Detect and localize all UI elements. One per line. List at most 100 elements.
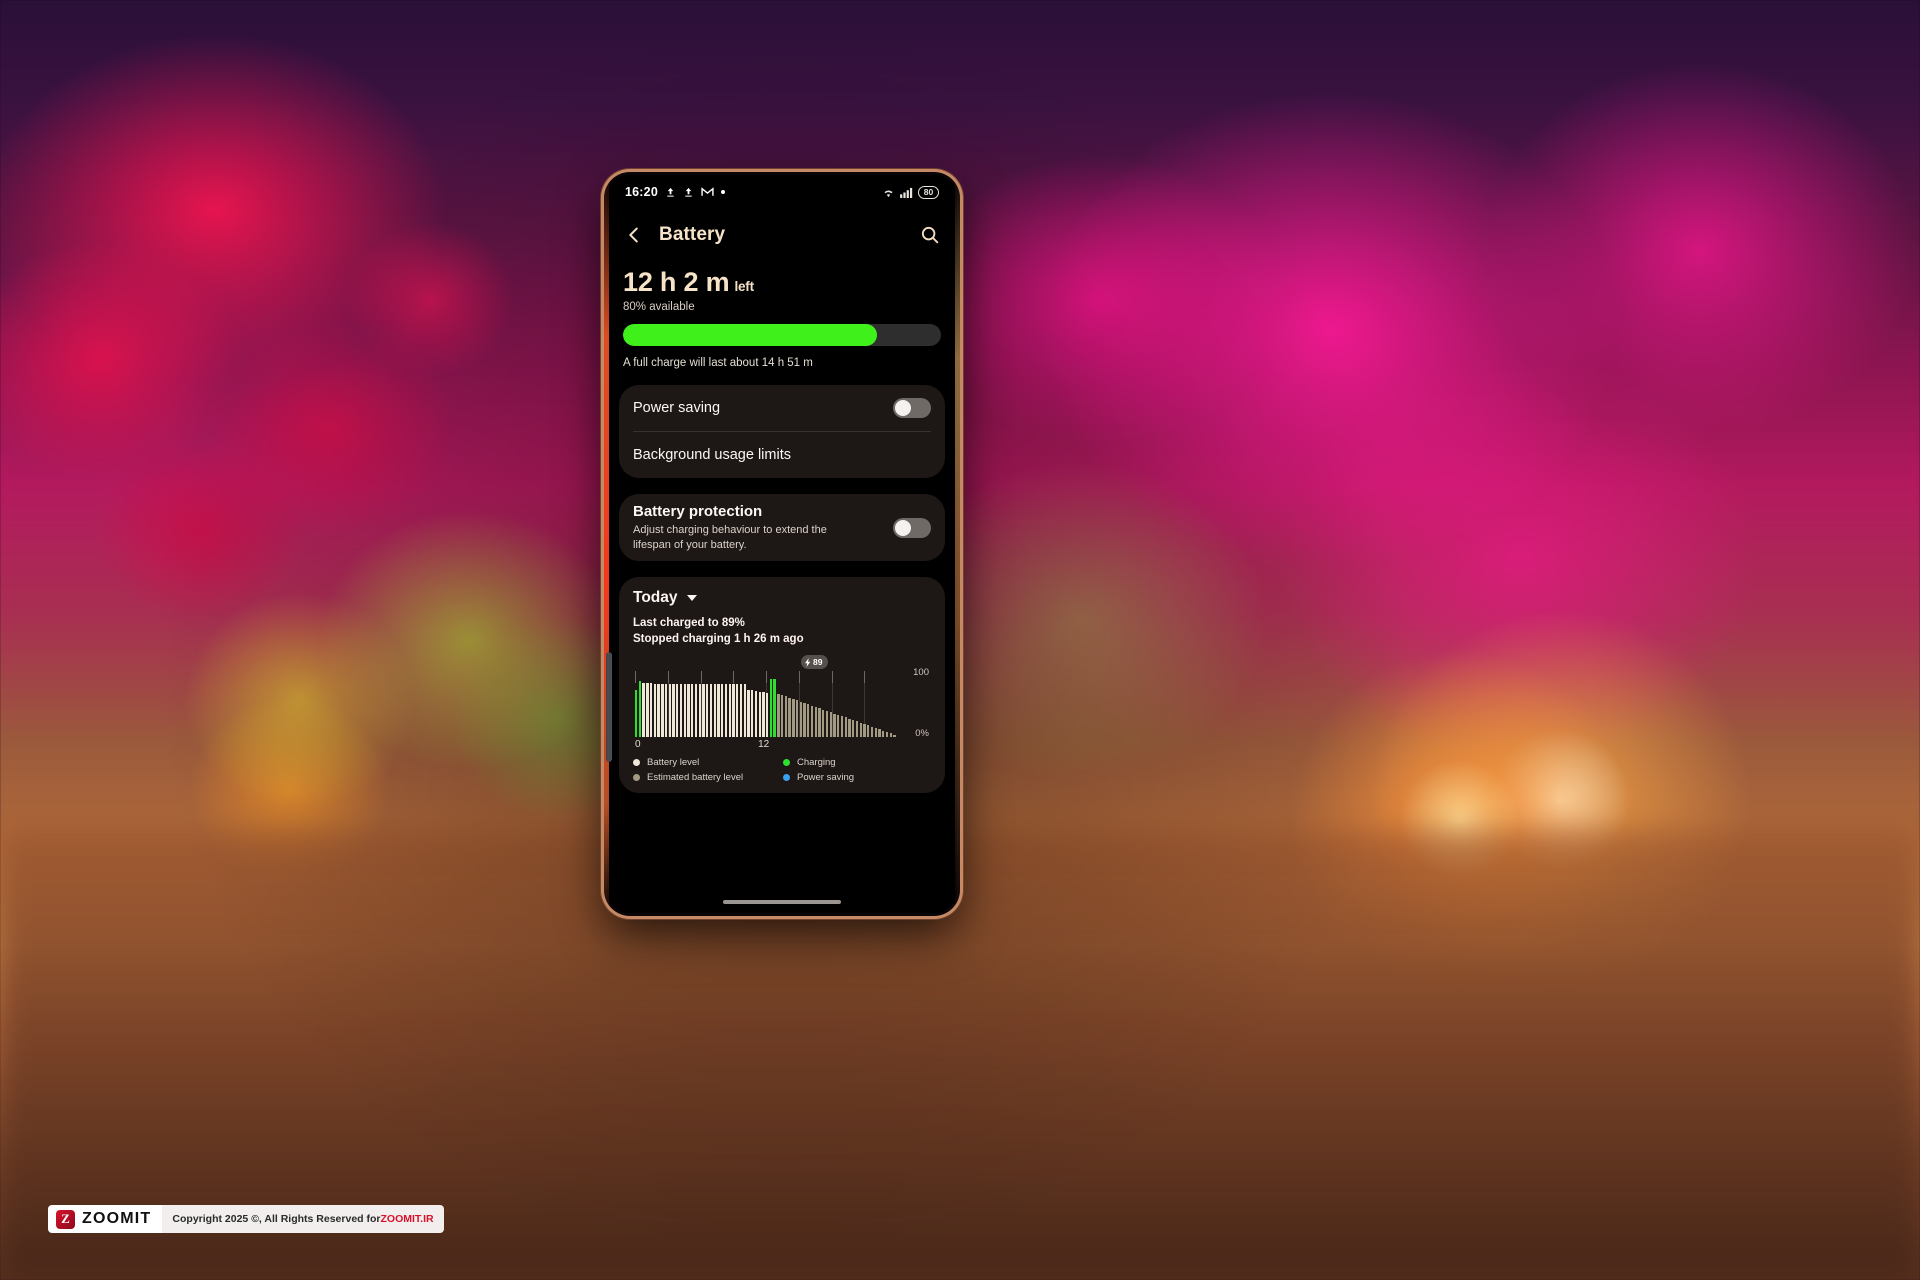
chart-bar (769, 678, 773, 738)
chart-tick (798, 671, 800, 684)
status-bar-clock: 16:20 (625, 185, 658, 199)
today-usage-card: Today Last charged to 89% Stopped chargi… (619, 577, 945, 794)
chart-bar (758, 691, 761, 738)
today-dropdown[interactable]: Today (633, 589, 931, 607)
chevron-down-icon[interactable] (686, 595, 697, 602)
chart-bar (721, 684, 724, 738)
chart-bar (777, 693, 780, 738)
chart-bar (732, 684, 735, 738)
chart-bar (784, 696, 788, 738)
page-title: Battery (659, 224, 726, 245)
battery-protection-row[interactable]: Battery protection Adjust charging behav… (633, 494, 931, 561)
status-bar-right: 80 (882, 185, 939, 199)
chart-bar (837, 714, 840, 738)
back-arrow-icon[interactable] (623, 224, 645, 246)
legend-battery-level: Battery level (633, 757, 783, 768)
chart-bar (788, 697, 791, 738)
watermark-copyright-text: Copyright 2025 ©, All Rights Reserved fo… (172, 1213, 381, 1225)
chart-bar (717, 684, 720, 738)
watermark: Z ZOOMIT Copyright 2025 ©, All Rights Re… (48, 1205, 444, 1233)
chart-bar (642, 683, 645, 738)
charge-info: Last charged to 89% Stopped charging 1 h… (633, 616, 931, 647)
phone-device: 16:20 80 Battery 12 h 2 m left 80% avail… (604, 172, 960, 916)
search-icon[interactable] (919, 224, 941, 246)
chart-bar (676, 684, 679, 738)
legend-dot (633, 759, 640, 767)
legend-dot (783, 759, 790, 767)
background-usage-limits-row[interactable]: Background usage limits (633, 432, 931, 478)
background-usage-limits-label: Background usage limits (633, 447, 791, 463)
chart-tick (766, 671, 767, 684)
chart-x-axis: 0 12 (635, 739, 897, 753)
today-label: Today (633, 589, 678, 607)
time-left-row: 12 h 2 m left (623, 267, 941, 298)
legend-label: Power saving (797, 772, 855, 784)
chart-bar (661, 683, 664, 738)
charging-bolt-icon (805, 657, 811, 667)
cellular-signal-icon (900, 187, 913, 198)
chart-tick (864, 671, 866, 684)
chart-bar (762, 692, 765, 738)
chart-bar (649, 683, 653, 738)
battery-progress-fill (623, 324, 878, 346)
chart-bar (657, 683, 660, 738)
power-saving-toggle[interactable] (893, 398, 931, 418)
chart-tick (635, 671, 636, 684)
chart-tick (733, 671, 735, 684)
chart-bar (859, 722, 862, 738)
watermark-copyright-brand: ZOOMIT.IR (380, 1213, 434, 1225)
chart-bar (792, 699, 795, 738)
chart-tick (700, 671, 702, 684)
chart-bar (754, 691, 758, 738)
app-bar: Battery (607, 209, 957, 261)
chart-bar (893, 734, 896, 738)
battery-progress-bar (623, 324, 941, 346)
battery-summary: 12 h 2 m left 80% available A full charg… (607, 261, 957, 369)
battery-history-chart: 89 100 0% 0 12 (633, 655, 931, 753)
chart-bar (814, 706, 817, 738)
chart-bar (635, 689, 638, 738)
status-bar-left: 16:20 (625, 185, 725, 199)
chart-bar (702, 684, 705, 738)
chart-bar (698, 684, 701, 738)
upload-icon (683, 186, 694, 198)
chart-bar (736, 684, 739, 738)
power-saving-row[interactable]: Power saving (633, 385, 931, 431)
chart-bar (724, 684, 728, 738)
zoomit-logo-icon: Z (56, 1209, 75, 1229)
chart-tick (667, 671, 669, 684)
gmail-icon (701, 187, 714, 197)
chart-bar (638, 680, 642, 738)
wifi-icon (882, 187, 895, 198)
chart-bar (664, 683, 668, 738)
phone-left-button (606, 652, 612, 762)
watermark-copyright: Copyright 2025 ©, All Rights Reserved fo… (162, 1205, 444, 1233)
chart-bar (867, 725, 870, 738)
chart-bar (852, 720, 855, 738)
battery-protection-toggle[interactable] (893, 517, 931, 538)
home-indicator[interactable] (723, 900, 841, 904)
chart-bar (840, 716, 844, 738)
dot-icon (720, 190, 725, 194)
chart-bar (807, 704, 810, 738)
status-bar: 16:20 80 (607, 175, 957, 209)
battery-protection-subtitle: Adjust charging behaviour to extend the … (633, 524, 827, 551)
chart-bar (825, 710, 829, 738)
chart-bar (743, 684, 746, 738)
chart-bar (668, 684, 671, 738)
chart-bar (795, 700, 799, 738)
full-charge-note: A full charge will last about 14 h 51 m (623, 357, 813, 369)
chart-bar (679, 684, 683, 738)
legend-column-left: Battery level Estimated battery level (633, 757, 783, 783)
chart-bar (683, 684, 686, 738)
chart-y-label-top: 100 (913, 667, 929, 679)
chart-bar (694, 684, 698, 738)
chart-bar (706, 684, 709, 738)
stopped-charging-text: Stopped charging 1 h 26 m ago (633, 632, 804, 645)
chart-bar (773, 678, 776, 738)
chart-bar (844, 717, 847, 738)
chart-bar (889, 733, 892, 738)
chart-legend: Battery level Estimated battery level Ch… (633, 757, 931, 783)
chart-bar (766, 693, 769, 738)
legend-charging: Charging (783, 757, 854, 768)
